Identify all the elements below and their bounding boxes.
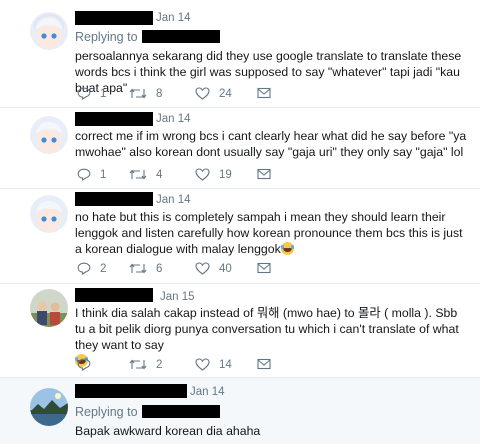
redacted-username (75, 192, 153, 206)
reply-icon (77, 358, 91, 371)
tweet-date[interactable]: Jan 14 (190, 386, 225, 398)
like-button[interactable]: 19 (195, 168, 232, 181)
envelope-icon (257, 87, 271, 99)
like-count: 14 (219, 358, 232, 371)
replying-to: Replying to (75, 405, 220, 419)
tweet-actions: 2 6 40 (77, 262, 457, 278)
tweet-date[interactable]: Jan 14 (156, 194, 191, 206)
heart-icon (195, 87, 210, 100)
retweet-icon (129, 359, 147, 370)
replying-to: Replying to (75, 30, 220, 44)
tweet-3[interactable]: Jan 14 no hate but this is completely sa… (0, 189, 480, 283)
anime-avatar[interactable] (30, 195, 68, 233)
reply-button[interactable]: 2 (77, 262, 106, 275)
like-count: 24 (219, 87, 232, 100)
retweet-icon (129, 88, 147, 99)
retweet-icon (129, 263, 147, 274)
reply-button[interactable]: 1 (77, 168, 106, 181)
reply-count: 2 (100, 262, 107, 275)
message-button[interactable] (257, 358, 271, 370)
reply-icon (77, 168, 91, 181)
tweet-5[interactable]: Jan 14 Replying to Bapak awkward korean … (0, 377, 480, 444)
redacted-username (75, 288, 153, 302)
redacted-username (75, 112, 153, 126)
retweet-icon (129, 169, 147, 180)
redacted-reply-handle[interactable] (141, 30, 220, 43)
message-button[interactable] (257, 262, 271, 274)
laughing-emoji-icon (280, 242, 294, 255)
photo-avatar[interactable] (30, 289, 68, 327)
like-count: 19 (219, 168, 232, 181)
reply-icon (77, 87, 91, 100)
envelope-icon (257, 358, 271, 370)
tweet-text-content: I think dia salah cakap instead of 뭐해 (m… (75, 306, 463, 352)
anime-avatar[interactable] (30, 116, 68, 154)
replying-label: Replying to (75, 405, 138, 419)
replying-label: Replying to (75, 30, 138, 44)
retweet-button[interactable]: 4 (129, 168, 162, 181)
reply-count: 1 (100, 168, 107, 181)
reply-icon (77, 262, 91, 275)
tweet-text: Bapak awkward korean dia ahaha (75, 424, 261, 438)
message-button[interactable] (257, 87, 271, 99)
tweet-actions: 2 14 (77, 358, 457, 374)
tweet-text: correct me if im wrong bcs i cant clearl… (75, 129, 470, 159)
heart-icon (195, 168, 210, 181)
retweet-count: 4 (156, 168, 163, 181)
redacted-username (75, 11, 153, 25)
redacted-reply-handle[interactable] (141, 405, 220, 418)
reply-count: 1 (100, 87, 107, 100)
tweet-actions: 1 8 24 (77, 87, 457, 103)
retweet-count: 8 (156, 87, 163, 100)
tweet-text: no hate but this is completely sampah i … (75, 209, 470, 257)
retweet-button[interactable]: 8 (129, 87, 162, 100)
redacted-username (75, 384, 187, 398)
tweet-4[interactable]: Jan 15 I think dia salah cakap instead o… (0, 284, 480, 377)
like-button[interactable]: 24 (195, 87, 232, 100)
landscape-avatar[interactable] (30, 388, 68, 426)
heart-icon (195, 358, 210, 371)
tweet-actions: 1 4 19 (77, 168, 457, 184)
tweet-1[interactable]: Jan 14 Replying to persoalannya sekarang… (0, 0, 480, 107)
retweet-count: 2 (156, 358, 163, 371)
retweet-count: 6 (156, 262, 163, 275)
like-button[interactable]: 40 (195, 262, 232, 275)
retweet-button[interactable]: 6 (129, 262, 162, 275)
message-button[interactable] (257, 168, 271, 180)
tweet-2[interactable]: Jan 14 correct me if im wrong bcs i cant… (0, 108, 480, 188)
reply-button[interactable] (77, 358, 100, 371)
anime-avatar[interactable] (30, 12, 68, 50)
retweet-button[interactable]: 2 (129, 358, 162, 371)
tweet-date[interactable]: Jan 14 (156, 12, 191, 24)
envelope-icon (257, 262, 271, 274)
tweet-date[interactable]: Jan 15 (160, 291, 195, 303)
heart-icon (195, 262, 210, 275)
tweet-date[interactable]: Jan 14 (156, 113, 191, 125)
envelope-icon (257, 168, 271, 180)
like-button[interactable]: 14 (195, 358, 232, 371)
like-count: 40 (219, 262, 232, 275)
reply-button[interactable]: 1 (77, 87, 106, 100)
tweet-text-content: no hate but this is completely sampah i … (75, 210, 466, 256)
